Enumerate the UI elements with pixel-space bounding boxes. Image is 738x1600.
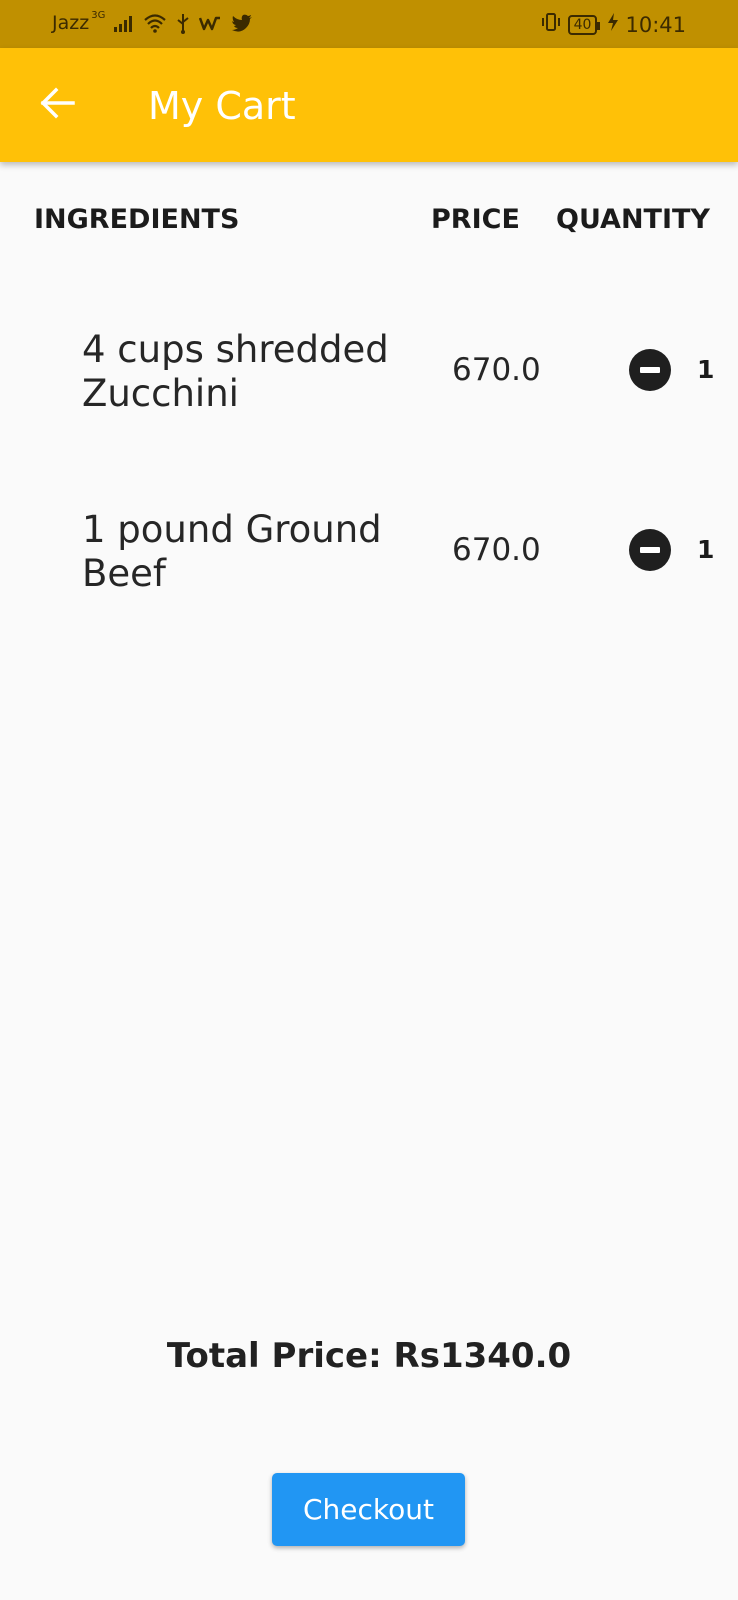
item-price: 670.0: [452, 532, 541, 568]
minus-icon: [640, 547, 660, 553]
carrier-label: Jazz: [52, 12, 90, 34]
minus-icon: [640, 367, 660, 373]
page-title: My Cart: [148, 84, 296, 128]
battery-icon: 40: [567, 14, 601, 35]
arrow-left-icon: [39, 87, 75, 123]
cart-table-header: INGREDIENTS PRICE QUANTITY: [0, 204, 738, 244]
charging-icon: [607, 12, 619, 37]
item-name: 4 cups shredded Zucchini: [82, 328, 389, 415]
decrease-quantity-button[interactable]: [629, 349, 671, 391]
price-header: PRICE: [431, 204, 520, 235]
cart-item-row: 4 cups shredded Zucchini 670.0 1: [0, 328, 738, 428]
decrease-quantity-button[interactable]: [629, 529, 671, 571]
ingredients-header: INGREDIENTS: [34, 204, 240, 235]
quantity-header: QUANTITY: [556, 204, 710, 235]
w-app-icon: [199, 14, 223, 32]
network-type-label: 3G: [91, 9, 106, 21]
vibrate-icon: [540, 12, 562, 37]
item-name: 1 pound Ground Beef: [82, 508, 382, 595]
signal-icon: [113, 14, 135, 32]
back-button[interactable]: [30, 78, 84, 132]
status-left: Jazz 3G: [52, 9, 253, 34]
total-price: Total Price: Rs1340.0: [166, 1336, 572, 1376]
item-quantity: 1: [697, 535, 715, 564]
usb-icon: [175, 12, 191, 34]
app-bar: My Cart: [0, 48, 738, 162]
status-bar: Jazz 3G 40 10:41: [0, 0, 738, 48]
cart-item-row: 1 pound Ground Beef 670.0 1: [0, 508, 738, 608]
clock-label: 10:41: [625, 12, 686, 37]
status-right: 40 10:41: [540, 12, 686, 37]
wifi-icon: [143, 13, 167, 33]
checkout-button[interactable]: Checkout: [272, 1473, 465, 1546]
item-quantity: 1: [697, 355, 715, 384]
twitter-icon: [231, 14, 253, 32]
item-price: 670.0: [452, 352, 541, 388]
